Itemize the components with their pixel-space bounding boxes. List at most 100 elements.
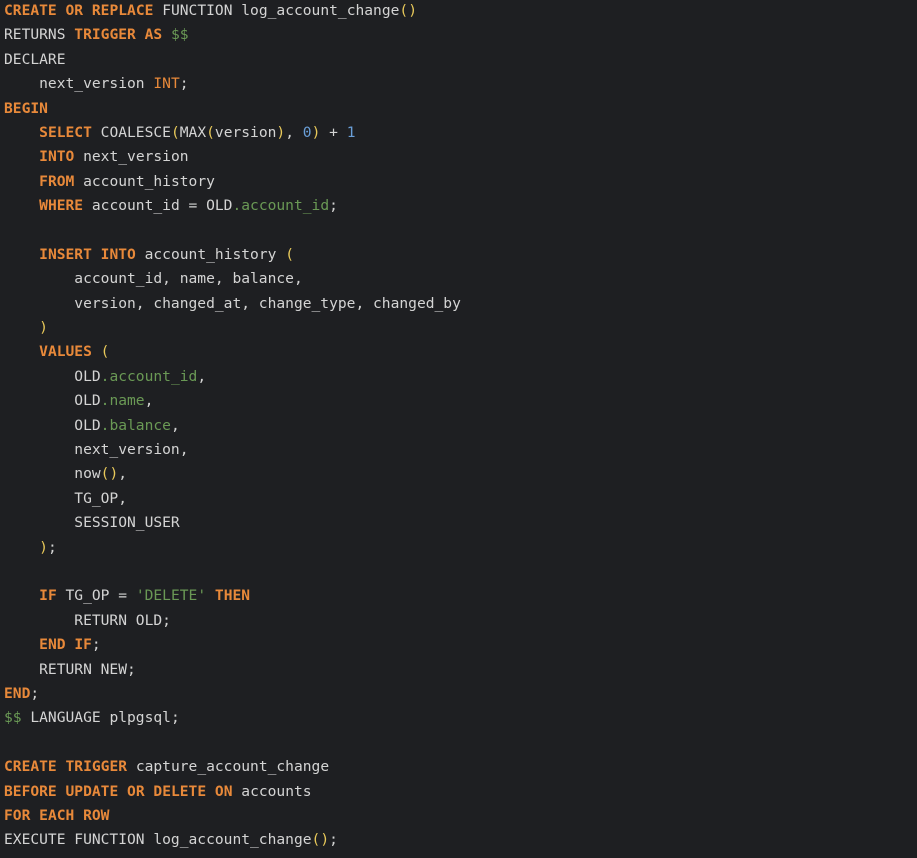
code-token: SELECT [39,123,92,141]
code-token: accounts [232,782,312,800]
code-token: () [399,2,417,19]
code-token: ) [276,123,286,141]
code-editor[interactable]: CREATE OR REPLACE FUNCTION log_account_c… [0,0,917,858]
code-token: now [4,465,101,483]
code-token: next_version [74,148,189,166]
code-token: INTO [39,148,75,166]
code-token: THEN [214,587,251,605]
code-token: () [100,465,119,483]
code-line: TG_OP, [4,487,917,511]
code-token: INTO [100,245,136,263]
code-token: FUNCTION log_account_change [153,2,400,19]
code-token: DELETE [153,782,207,800]
code-token: ; [47,538,57,556]
code-block[interactable]: CREATE OR REPLACE FUNCTION log_account_c… [0,0,917,854]
code-token: OR [127,782,145,800]
code-line: FOR EACH ROW [4,804,917,828]
code-line: CREATE TRIGGER capture_account_change [4,755,917,779]
code-token: ; [329,831,338,849]
code-token: version [214,123,277,141]
code-token: OLD [4,416,101,434]
code-token: CREATE [4,2,57,19]
code-token: next_version [4,75,154,93]
code-line: END; [4,682,917,706]
code-token: AS [144,26,163,44]
code-token: ( [170,123,180,141]
code-token: ) [39,319,48,337]
code-token: account_id, name, balance, [4,270,303,288]
code-token: TRIGGER [65,758,128,776]
code-token: UPDATE [65,782,119,800]
code-token: DECLARE [4,50,66,68]
code-token: BEGIN [4,99,48,117]
code-token: TRIGGER [74,26,136,44]
code-token: OLD [4,392,101,410]
code-token: OR [65,2,84,19]
code-token: ) [39,538,48,556]
code-token: 0 [302,123,312,141]
code-token: ROW [83,806,110,824]
code-line: version, changed_at, change_type, change… [4,292,917,316]
code-token: WHERE [39,197,84,215]
code-token: ( [285,245,294,263]
code-line: WHERE account_id = OLD.account_id; [4,194,917,218]
code-token: ; [179,75,189,93]
code-line: BEGIN [4,97,917,121]
code-line: now(), [4,462,917,486]
code-token: INSERT [39,245,92,263]
code-token: EACH [39,806,75,824]
code-token: LANGUAGE plpgsql; [21,709,180,727]
code-token: VALUES [39,343,92,361]
code-line: EXECUTE FUNCTION log_account_change(); [4,828,917,852]
code-line: $$ LANGUAGE plpgsql; [4,706,917,730]
code-line: VALUES ( [4,340,917,364]
code-token: capture_account_change [127,758,330,776]
code-token: ( [206,123,215,141]
code-line: OLD.name, [4,389,917,413]
code-token: END [4,684,31,702]
code-token: REPLACE [91,2,154,19]
code-line: SESSION_USER [4,511,917,535]
code-token: .account_id [100,367,198,385]
code-line: IF TG_OP = 'DELETE' THEN [4,584,917,608]
code-line: BEFORE UPDATE OR DELETE ON accounts [4,780,917,804]
code-line: END IF; [4,633,917,657]
code-token: () [311,831,330,849]
code-line: RETURN NEW; [4,658,917,682]
code-token: , [170,416,180,434]
code-token: OLD [4,367,101,385]
code-line: OLD.balance, [4,414,917,438]
code-token: next_version, [4,441,189,459]
code-token: TG_OP = [56,587,136,605]
code-line: SELECT COALESCE(MAX(version), 0) + 1 [4,121,917,145]
code-token: , [144,392,154,410]
code-token: .account_id [232,197,330,215]
code-line: DECLARE [4,48,917,72]
code-token: CREATE [4,758,57,776]
code-token: account_id = OLD [83,197,233,215]
code-token: ( [100,343,110,361]
code-token: END [39,636,66,654]
code-token: IF [39,587,57,605]
code-token: ; [91,636,101,654]
code-line: ); [4,536,917,560]
